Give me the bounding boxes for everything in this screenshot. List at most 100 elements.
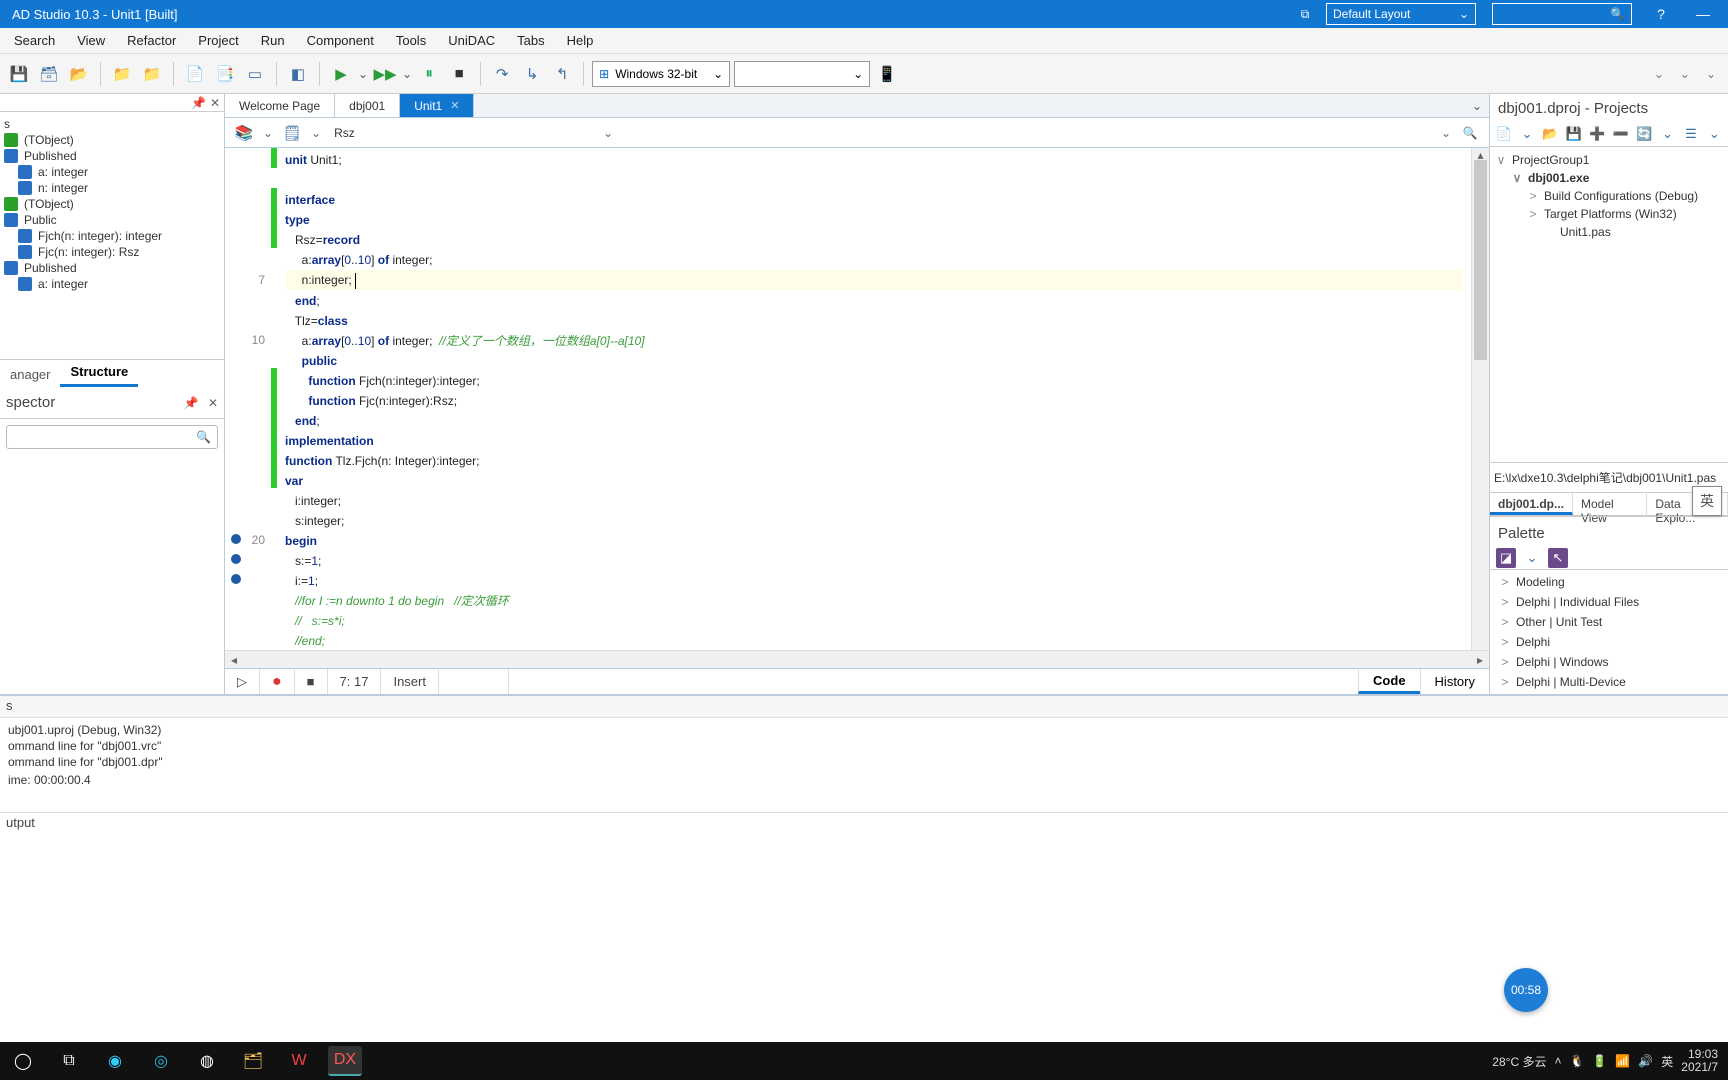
tab-structure[interactable]: Structure	[60, 359, 138, 387]
chrome-icon[interactable]: ◍	[190, 1046, 224, 1076]
structure-node[interactable]: n: integer	[0, 180, 224, 196]
browser-icon[interactable]: ◎	[144, 1046, 178, 1076]
structure-node[interactable]: a: integer	[0, 276, 224, 292]
mobile-icon[interactable]: 📱	[874, 61, 900, 87]
tray-icon[interactable]: 🐧	[1569, 1054, 1584, 1068]
toggle-form-button[interactable]: ◧	[285, 61, 311, 87]
proj-save-icon[interactable]: 💾	[1564, 124, 1583, 144]
palette-category-icon[interactable]: ◪	[1496, 548, 1516, 568]
nav-search-button[interactable]: 🔍	[1457, 126, 1483, 140]
tab-manager[interactable]: anager	[0, 362, 60, 387]
menu-component[interactable]: Component	[297, 29, 384, 52]
palette-pointer-icon[interactable]: ↖	[1548, 548, 1568, 568]
volume-icon[interactable]: 🔊	[1638, 1054, 1653, 1068]
layout-combo[interactable]: Default Layout ⌄	[1326, 3, 1476, 25]
structure-node[interactable]: (TObject)	[0, 196, 224, 212]
structure-node[interactable]: s	[0, 116, 224, 132]
messages-list[interactable]: ubj001.uproj (Debug, Win32)ommand line f…	[0, 718, 1728, 812]
proj-sync-icon[interactable]: 🔄	[1634, 124, 1653, 144]
menu-refactor[interactable]: Refactor	[117, 29, 186, 52]
stop-button[interactable]: ■	[446, 61, 472, 87]
macro-stop-icon[interactable]: ■	[295, 669, 328, 694]
form-button[interactable]: ▭	[242, 61, 268, 87]
tabs-dropdown[interactable]: ⌄	[1465, 94, 1489, 117]
proj-open-icon[interactable]: 📂	[1541, 124, 1560, 144]
project-node[interactable]: ∨dbj001.exe	[1490, 169, 1728, 187]
add-folder-button[interactable]: 📁	[109, 61, 135, 87]
horizontal-scrollbar[interactable]: ◂ ▸	[225, 650, 1489, 668]
devices-icon[interactable]: ⧉	[1292, 7, 1318, 22]
message-line[interactable]: ubj001.uproj (Debug, Win32)	[8, 722, 1720, 738]
save-all-button[interactable]: 🗃	[36, 61, 62, 87]
chevron-down-icon[interactable]: ⌄	[1658, 124, 1677, 144]
chevron-down-icon[interactable]: ⌄	[311, 126, 321, 140]
clock[interactable]: 19:03 2021/7	[1681, 1048, 1722, 1074]
pin-icon[interactable]: 📌	[191, 96, 206, 110]
code-area[interactable]: unit Unit1; interfacetype Rsz=record a:a…	[277, 148, 1471, 650]
structure-node[interactable]: Fjc(n: integer): Rsz	[0, 244, 224, 260]
proj-filter-icon[interactable]: ☰	[1681, 124, 1700, 144]
view-tab-history[interactable]: History	[1420, 669, 1489, 694]
structure-tree[interactable]: s(TObject)Publisheda: integern: integer(…	[0, 112, 224, 359]
task-view-icon[interactable]: ⧉	[52, 1046, 86, 1076]
run-button[interactable]: ▶	[328, 61, 354, 87]
palette-category[interactable]: >Modeling	[1490, 572, 1728, 592]
scroll-thumb[interactable]	[1474, 160, 1487, 360]
palette-category[interactable]: >Delphi | Individual Files	[1490, 592, 1728, 612]
tab-unit1[interactable]: Unit1 ✕	[400, 94, 474, 117]
menu-tabs[interactable]: Tabs	[507, 29, 554, 52]
menu-view[interactable]: View	[67, 29, 115, 52]
palette-list[interactable]: >Modeling>Delphi | Individual Files>Othe…	[1490, 570, 1728, 694]
close-icon[interactable]: ✕	[450, 99, 459, 112]
chevron-down-icon[interactable]: ⌄	[1705, 124, 1724, 144]
scroll-right-icon[interactable]: ▸	[1471, 653, 1489, 667]
proj-new-icon[interactable]: 📄	[1494, 124, 1513, 144]
scroll-left-icon[interactable]: ◂	[225, 653, 243, 667]
palette-category[interactable]: >Delphi | Multi-Device	[1490, 672, 1728, 692]
palette-category[interactable]: >Delphi | Windows	[1490, 652, 1728, 672]
menu-help[interactable]: Help	[557, 29, 604, 52]
macro-play-icon[interactable]: ▷	[225, 669, 260, 694]
device-combo[interactable]: ⌄	[734, 61, 870, 87]
toolbar-dropdown-1[interactable]: ⌄	[1648, 67, 1670, 81]
project-node[interactable]: Unit1.pas	[1490, 223, 1728, 241]
tray-up-icon[interactable]: ˄	[1554, 1054, 1561, 1068]
save-button[interactable]: 💾	[6, 61, 32, 87]
structure-node[interactable]: (TObject)	[0, 132, 224, 148]
toolbar-dropdown-3[interactable]: ⌄	[1700, 67, 1722, 81]
tray-icon[interactable]: 🔋	[1592, 1054, 1607, 1068]
menu-run[interactable]: Run	[251, 29, 295, 52]
remove-folder-button[interactable]: 📁	[139, 61, 165, 87]
tab-welcome[interactable]: Welcome Page	[225, 94, 335, 117]
palette-category[interactable]: >Other | Unit Test	[1490, 612, 1728, 632]
step-over-button[interactable]: ↷	[489, 61, 515, 87]
proj-tab-model[interactable]: Model View	[1573, 493, 1647, 515]
close-icon[interactable]: ✕	[210, 96, 220, 110]
proj-add-icon[interactable]: ➕	[1588, 124, 1607, 144]
menu-unidac[interactable]: UniDAC	[438, 29, 505, 52]
macro-record-icon[interactable]: ●	[260, 669, 295, 694]
run-dropdown-icon[interactable]: ⌄	[358, 67, 368, 81]
edge-icon[interactable]: ◉	[98, 1046, 132, 1076]
wps-icon[interactable]: W	[282, 1046, 316, 1076]
tray-icon[interactable]: 📶	[1615, 1054, 1630, 1068]
output-tab[interactable]: utput	[0, 812, 1728, 834]
start-button[interactable]: ◯	[6, 1046, 40, 1076]
toolbar-dropdown-2[interactable]: ⌄	[1674, 67, 1696, 81]
system-tray[interactable]: 28°C 多云 ˄ 🐧 🔋 📶 🔊 英 19:03 2021/7	[1492, 1048, 1722, 1074]
tab-dbj001[interactable]: dbj001	[335, 94, 400, 117]
project-tree[interactable]: ∨ProjectGroup1∨dbj001.exe>Build Configur…	[1490, 147, 1728, 245]
line-gutter[interactable]: 71020	[225, 148, 271, 650]
structure-node[interactable]: Public	[0, 212, 224, 228]
menu-project[interactable]: Project	[188, 29, 248, 52]
minimize-button[interactable]: —	[1682, 0, 1724, 28]
structure-node[interactable]: Fjch(n: integer): integer	[0, 228, 224, 244]
project-node[interactable]: >Target Platforms (Win32)	[1490, 205, 1728, 223]
platform-combo[interactable]: ⊞ Windows 32-bit ⌄	[592, 61, 730, 87]
message-line[interactable]: ommand line for "dbj001.vrc"	[8, 738, 1720, 754]
title-search-input[interactable]: 🔍	[1492, 3, 1632, 25]
new-file-button[interactable]: 📄	[182, 61, 208, 87]
vertical-scrollbar[interactable]: ▴	[1471, 148, 1489, 650]
chevron-down-icon[interactable]: ⌄	[1517, 124, 1536, 144]
help-button[interactable]: ?	[1640, 0, 1682, 28]
